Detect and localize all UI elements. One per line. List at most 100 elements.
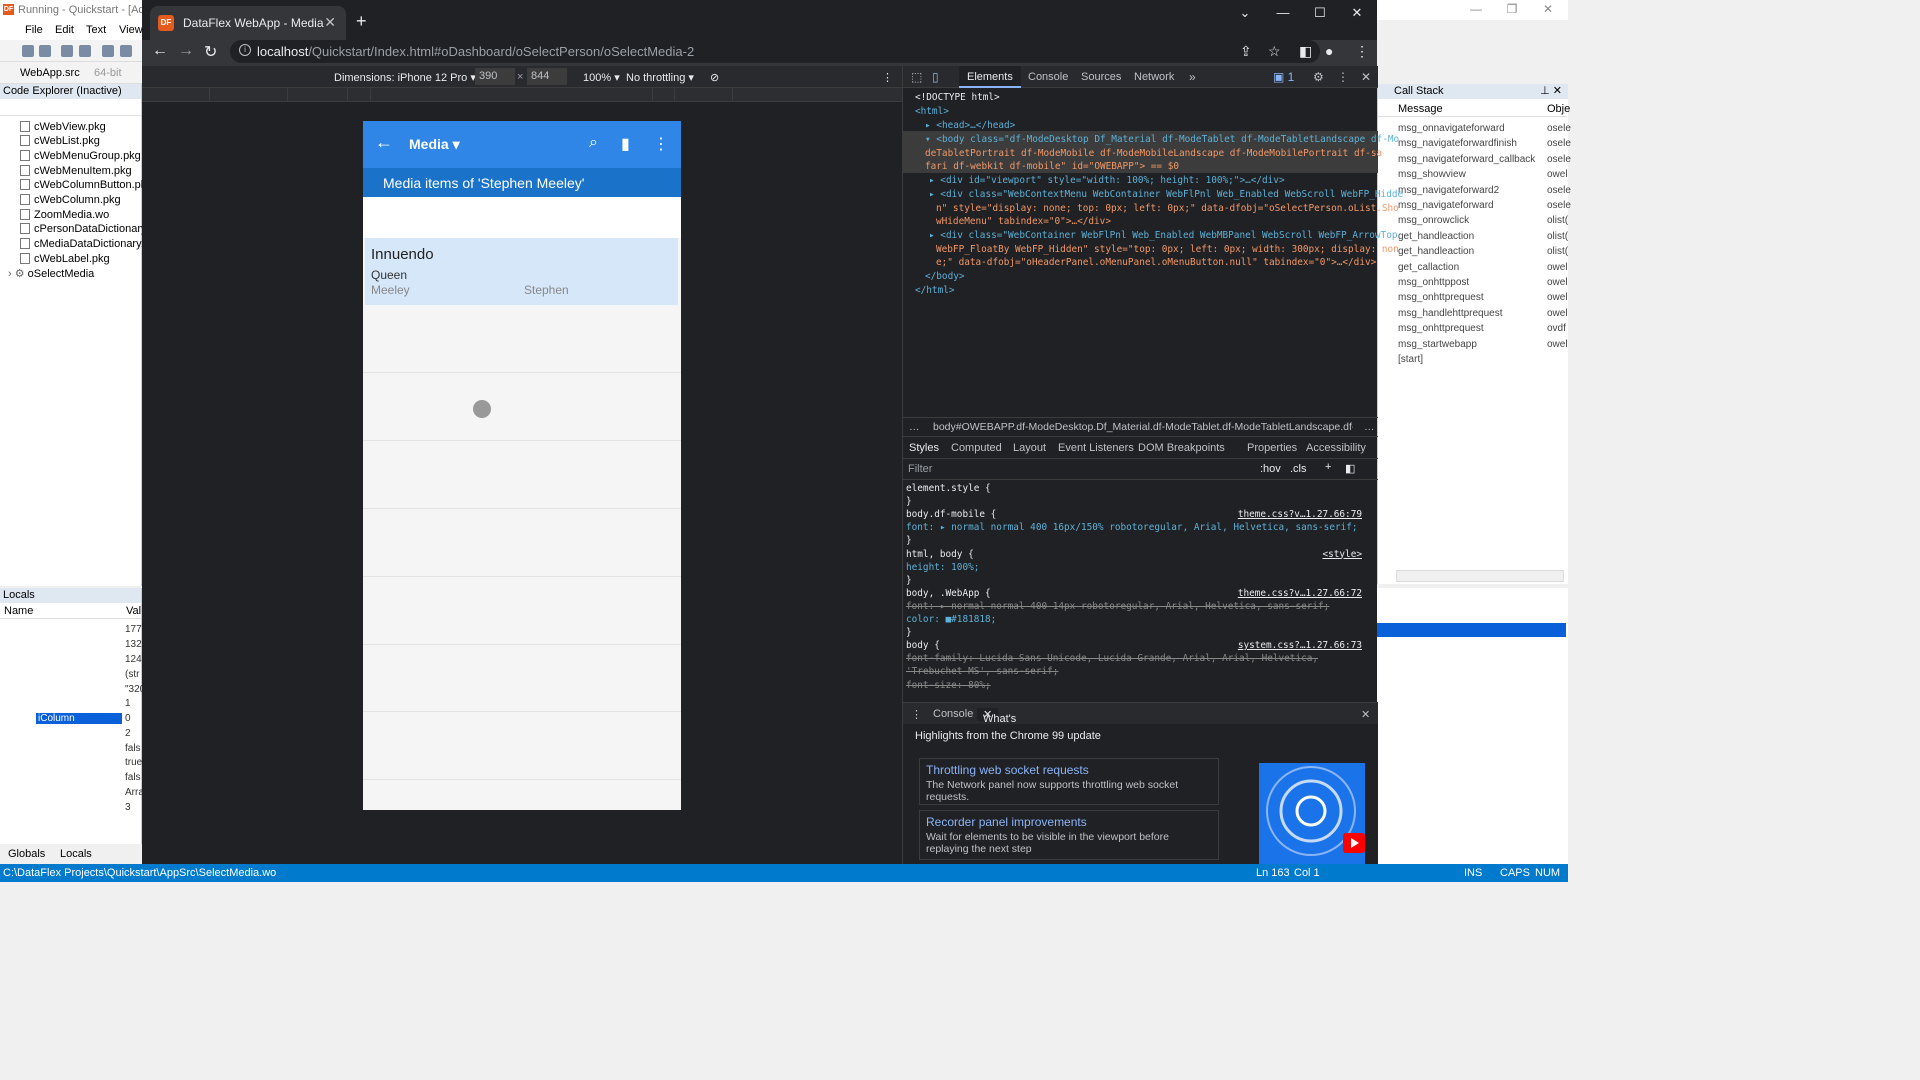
call-stack-object[interactable]: owel — [1547, 262, 1568, 273]
cls-toggle[interactable]: .cls — [1290, 463, 1307, 475]
file-item[interactable]: cMediaDataDictionary.dd — [20, 238, 156, 250]
locals-row-selected[interactable]: iColumn 0 — [0, 712, 142, 727]
css-rule-line[interactable]: font-family: Lucida Sans Unicode, Lucida… — [906, 652, 1318, 665]
dom-line[interactable]: <html> — [915, 105, 949, 119]
computed-sidebar-icon[interactable]: ◧ — [1345, 462, 1355, 475]
browser-menu-icon[interactable]: ⋮ — [1355, 43, 1369, 60]
dom-line[interactable]: </html> — [915, 284, 955, 298]
config-select[interactable]: WebApp.src — [20, 67, 80, 79]
tab-event-listeners[interactable]: Event Listeners — [1058, 442, 1134, 454]
dom-line[interactable]: ▸ <div class="WebContextMenu WebContaine… — [929, 188, 1403, 202]
document-icon[interactable]: ▮ — [621, 134, 630, 154]
file-item[interactable]: ZoomMedia.wo — [20, 209, 109, 221]
call-stack-message[interactable]: msg_navigateforwardfinish — [1398, 138, 1517, 149]
file-item[interactable]: cWebMenuItem.pkg — [20, 165, 132, 177]
css-rule-line[interactable]: body.df-mobile { — [906, 508, 996, 521]
styles-filter-input[interactable]: Filter — [908, 463, 932, 475]
css-rule-line[interactable]: height: 100%; — [906, 561, 979, 574]
col-message-header[interactable]: Message — [1398, 103, 1443, 115]
device-height-input[interactable]: 844 — [527, 68, 567, 85]
dom-line[interactable]: <!DOCTYPE html> — [915, 91, 1000, 105]
search-icon[interactable]: ⌕ — [589, 134, 598, 152]
locals-row[interactable]: 124 — [0, 653, 142, 668]
call-stack-object[interactable]: osele — [1547, 185, 1571, 196]
view-menu-title[interactable]: Media ▾ — [409, 136, 460, 153]
dom-line[interactable]: e;" data-dfobj="oHeaderPanel.oMenuPanel.… — [936, 256, 1376, 270]
tab-sources[interactable]: Sources — [1081, 71, 1121, 83]
dom-line[interactable]: ▸ <div class="WebContainer WebFlPnl Web_… — [929, 229, 1397, 243]
dom-breadcrumb[interactable]: … body#OWEBAPP.df-ModeDesktop.Df_Materia… — [903, 417, 1378, 437]
new-rule-icon[interactable]: + — [1325, 461, 1331, 473]
css-rule-line[interactable]: } — [906, 534, 912, 547]
dom-line[interactable]: deTabletPortrait df-ModeMobile df-ModeMo… — [925, 147, 1382, 161]
css-rule-line[interactable]: element.style { — [906, 482, 991, 495]
tab-network[interactable]: Network — [1134, 71, 1174, 83]
maximize-icon[interactable]: ☐ — [1304, 5, 1336, 23]
file-item[interactable]: cWebColumn.pkg — [20, 194, 121, 206]
tab-styles[interactable]: Styles — [909, 442, 939, 454]
css-rule-line[interactable]: body { — [906, 639, 940, 652]
locals-row[interactable]: (str — [0, 668, 142, 683]
bookmark-star-icon[interactable]: ☆ — [1268, 43, 1281, 60]
call-stack-message[interactable]: get_callaction — [1398, 262, 1459, 273]
side-panel-icon[interactable]: ◧ — [1299, 43, 1312, 60]
css-rule-line[interactable]: font: ▸ normal normal 400 16px/150% robo… — [906, 521, 1358, 534]
call-stack-object[interactable]: osele — [1547, 138, 1571, 149]
css-rule-line[interactable]: body, .WebApp { — [906, 587, 991, 600]
whats-new-video-thumbnail[interactable] — [1259, 763, 1365, 864]
file-item[interactable]: cWebLabel.pkg — [20, 253, 110, 265]
close-icon[interactable]: ✕ — [1538, 2, 1558, 18]
file-item[interactable]: cWebList.pkg — [20, 135, 100, 147]
list-item[interactable]: Innuendo Queen Meeley Stephen — [365, 238, 678, 305]
new-file-icon[interactable] — [22, 45, 34, 57]
css-rule-line[interactable]: font-size: 80%; — [906, 679, 991, 692]
close-window-icon[interactable]: ✕ — [1341, 5, 1373, 23]
browser-tab[interactable]: DF DataFlex WebApp - Media ✕ — [150, 6, 346, 40]
zoom-select[interactable]: 100% ▾ — [583, 71, 620, 84]
css-rule-line[interactable]: } — [906, 495, 912, 508]
menu-text[interactable]: Text — [86, 24, 106, 36]
call-stack-message[interactable]: msg_onnavigateforward — [1398, 123, 1505, 134]
locals-row[interactable]: 1 — [0, 697, 142, 712]
minimize-icon[interactable]: — — [1466, 2, 1486, 18]
css-source-link[interactable]: <style> — [1322, 548, 1362, 561]
call-stack-message[interactable]: get_handleaction — [1398, 246, 1474, 257]
settings-gear-icon[interactable]: ⚙ — [1313, 70, 1324, 84]
whats-new-card[interactable]: Recorder panel improvements Wait for ele… — [919, 810, 1219, 860]
drawer-tab-whats-new[interactable]: What's New ✕ — [977, 708, 1016, 737]
more-tabs-icon[interactable]: » — [1189, 70, 1196, 84]
bitness-select[interactable]: 64-bit — [94, 67, 122, 79]
hov-toggle[interactable]: :hov — [1260, 463, 1281, 475]
locals-row[interactable]: "320 — [0, 683, 145, 698]
call-stack-message[interactable]: msg_navigateforward2 — [1398, 185, 1499, 196]
css-rule-line[interactable]: } — [906, 626, 912, 639]
call-stack-object[interactable]: osele — [1547, 154, 1571, 165]
dom-line[interactable]: ▸ <head>…</head> — [925, 119, 1015, 133]
device-select[interactable]: Dimensions: iPhone 12 Pro ▾ — [334, 71, 476, 84]
css-source-link[interactable]: system.css?…1.27.66:73 — [1238, 639, 1362, 652]
call-stack-message[interactable]: msg_onrowclick — [1398, 215, 1469, 226]
dom-line[interactable]: </body> — [925, 270, 965, 284]
call-stack-message[interactable]: msg_navigateforward — [1398, 200, 1494, 211]
css-rule-line[interactable]: color: ■#181818; — [906, 613, 996, 626]
file-item[interactable]: cWebMenuGroup.pkg — [20, 150, 141, 162]
call-stack-object[interactable]: owel — [1547, 169, 1568, 180]
file-item[interactable]: cPersonDataDictionary.d — [20, 223, 155, 235]
call-stack-message[interactable]: [start] — [1398, 354, 1423, 365]
back-icon[interactable]: ← — [152, 42, 168, 60]
device-more-icon[interactable]: ⋮ — [882, 71, 893, 84]
issues-badge[interactable]: ▣ 1 — [1273, 70, 1294, 84]
inspect-element-icon[interactable]: ⬚ — [911, 70, 922, 84]
call-stack-object[interactable]: owel — [1547, 339, 1568, 350]
col-object-header[interactable]: Obje — [1547, 103, 1570, 115]
save-icon[interactable] — [61, 45, 73, 57]
locals-row[interactable]: fals — [0, 742, 142, 757]
tab-locals[interactable]: Locals — [60, 848, 92, 860]
close-tab-icon[interactable]: ✕ — [324, 14, 336, 31]
call-stack-message[interactable]: msg_showview — [1398, 169, 1466, 180]
restore-icon[interactable]: ❐ — [1502, 2, 1522, 18]
tree-item-oselectmedia[interactable]: › ⚙ oSelectMedia — [8, 267, 94, 280]
call-stack-message[interactable]: msg_onhttprequest — [1398, 292, 1484, 303]
address-bar[interactable]: i localhost/Quickstart/Index.html#oDashb… — [230, 40, 1320, 63]
save-all-icon[interactable] — [79, 45, 91, 57]
